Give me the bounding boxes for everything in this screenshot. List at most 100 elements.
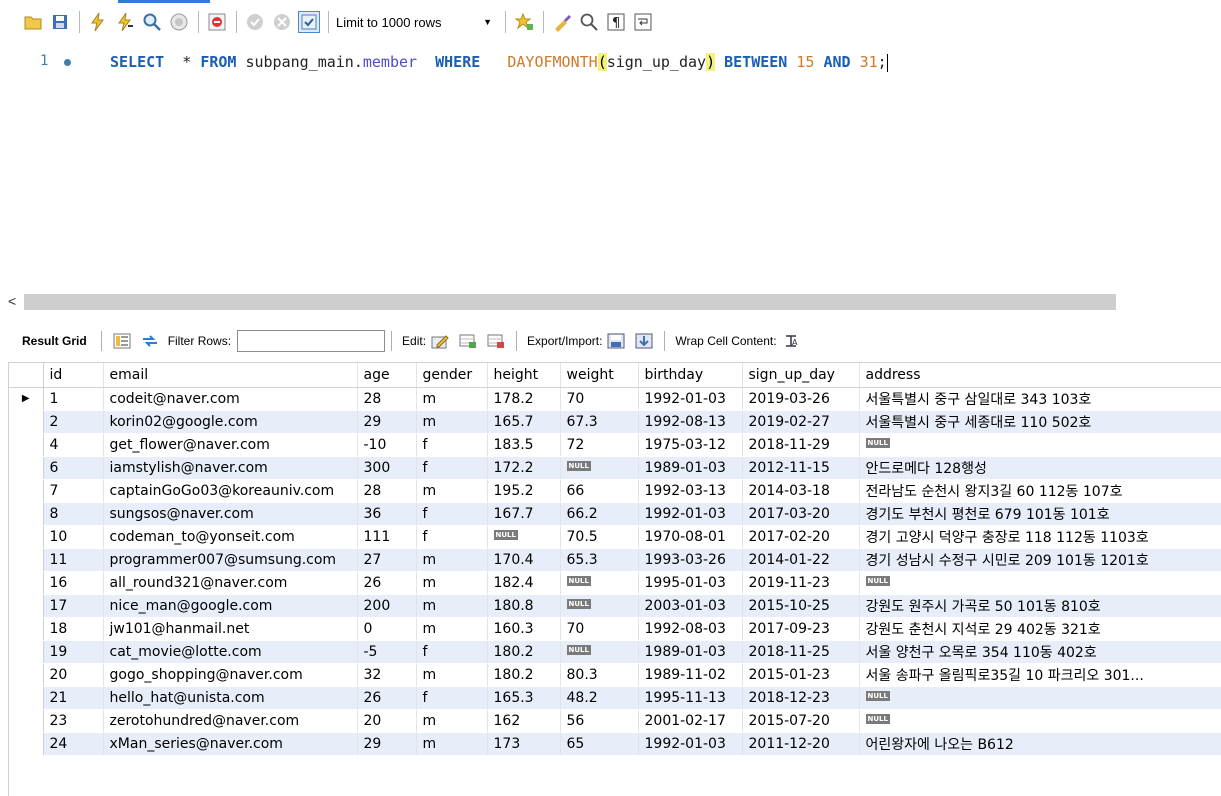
result-grid-tab[interactable]: Result Grid (22, 334, 87, 348)
cell-id[interactable]: 11 (43, 548, 104, 572)
cell-age[interactable]: 36 (357, 502, 417, 526)
cell-weight[interactable]: 65.3 (560, 548, 639, 572)
cell-id[interactable]: 24 (43, 732, 104, 756)
cell-height[interactable]: 172.2 (487, 456, 561, 480)
cell-weight[interactable]: NULL (560, 571, 639, 595)
cell-email[interactable]: xMan_series@naver.com (103, 732, 358, 756)
sql-editor[interactable]: 1 SELECT * FROM subpang_main.member WHER… (0, 44, 1221, 288)
cell-sign-up-day[interactable]: 2015-07-20 (742, 709, 860, 733)
table-row[interactable]: 2 korin02@google.com 29 m 165.7 67.3 1992-08-1… (9, 410, 1221, 434)
table-row[interactable]: 23 zerotohundred@naver.com 20 m 162 56 2001-02… (9, 709, 1221, 733)
column-header-weight[interactable]: weight (560, 363, 639, 388)
cell-gender[interactable]: m (416, 387, 488, 411)
cell-address[interactable]: 경기 고양시 덕양구 충장로 118 112동 1103호 (859, 525, 1221, 549)
cell-id[interactable]: 17 (43, 594, 104, 618)
cell-weight[interactable]: NULL (560, 594, 639, 618)
beautify-brush-icon[interactable] (551, 11, 573, 33)
cell-sign-up-day[interactable]: 2018-11-29 (742, 433, 860, 457)
cell-height[interactable]: 182.4 (487, 571, 561, 595)
row-marker[interactable] (9, 594, 44, 618)
table-row[interactable]: 6 iamstylish@naver.com 300 f 172.2 NULL 1989-0… (9, 456, 1221, 480)
add-row-icon[interactable] (458, 332, 478, 350)
cell-age[interactable]: 200 (357, 594, 417, 618)
cell-age[interactable]: 111 (357, 525, 417, 549)
table-row[interactable]: 4 get_flower@naver.com -10 f 183.5 72 1975-03-… (9, 433, 1221, 457)
cell-weight[interactable]: 80.3 (560, 663, 639, 687)
cell-age[interactable]: 26 (357, 686, 417, 710)
invisible-chars-pilcrow-icon[interactable]: ¶ (605, 11, 627, 33)
autocommit-toggle-icon[interactable] (298, 11, 320, 33)
cell-height[interactable]: 183.5 (487, 433, 561, 457)
cell-birthday[interactable]: 1992-01-03 (638, 502, 743, 526)
cell-age[interactable]: 20 (357, 709, 417, 733)
cell-id[interactable]: 20 (43, 663, 104, 687)
sql-code-line[interactable]: SELECT * FROM subpang_main.member WHERE … (110, 52, 888, 72)
cell-email[interactable]: gogo_shopping@naver.com (103, 663, 358, 687)
cell-id[interactable]: 16 (43, 571, 104, 595)
cell-birthday[interactable]: 1995-01-03 (638, 571, 743, 595)
cell-birthday[interactable]: 1989-01-03 (638, 456, 743, 480)
cell-email[interactable]: cat_movie@lotte.com (103, 640, 358, 664)
open-folder-icon[interactable] (22, 11, 44, 33)
edit-row-pencil-icon[interactable] (430, 332, 450, 350)
cell-gender[interactable]: f (416, 502, 488, 526)
cell-birthday[interactable]: 1989-01-03 (638, 640, 743, 664)
cell-weight[interactable]: 67.3 (560, 410, 639, 434)
cell-sign-up-day[interactable]: 2015-01-23 (742, 663, 860, 687)
result-grid[interactable]: id email age gender height weight birthd… (8, 362, 1221, 796)
scroll-left-icon[interactable]: < (8, 293, 16, 309)
cell-address[interactable]: 경기 성남시 수정구 시민로 209 101동 1201호 (859, 548, 1221, 572)
column-header-height[interactable]: height (487, 363, 561, 388)
cell-address[interactable]: 서울특별시 중구 세종대로 110 502호 (859, 410, 1221, 434)
execute-lightning-icon[interactable] (87, 11, 109, 33)
cell-birthday[interactable]: 1992-01-03 (638, 732, 743, 756)
cell-gender[interactable]: m (416, 617, 488, 641)
cell-email[interactable]: nice_man@google.com (103, 594, 358, 618)
table-row[interactable]: 24 xMan_series@naver.com 29 m 173 65 1992-01-0… (9, 732, 1221, 756)
row-marker[interactable] (9, 456, 44, 480)
cell-weight[interactable]: NULL (560, 456, 639, 480)
cell-age[interactable]: 0 (357, 617, 417, 641)
cell-weight[interactable]: 65 (560, 732, 639, 756)
cell-age[interactable]: 300 (357, 456, 417, 480)
cell-sign-up-day[interactable]: 2019-02-27 (742, 410, 860, 434)
cell-age[interactable]: 26 (357, 571, 417, 595)
wrap-lines-icon[interactable] (632, 11, 654, 33)
commit-icon[interactable] (244, 11, 266, 33)
cell-birthday[interactable]: 2001-02-17 (638, 709, 743, 733)
scrollbar-thumb[interactable] (24, 294, 1116, 310)
cell-weight[interactable]: 70.5 (560, 525, 639, 549)
table-row[interactable]: 18 jw101@hanmail.net 0 m 160.3 70 1992-08-03 20… (9, 617, 1221, 641)
cell-address[interactable]: 안드로메다 128행성 (859, 456, 1221, 480)
table-row[interactable]: 17 nice_man@google.com 200 m 180.8 NULL 2003-0… (9, 594, 1221, 618)
table-row[interactable]: 11 programmer007@sumsung.com 27 m 170.4 65.3 1… (9, 548, 1221, 572)
cell-address[interactable]: NULL (859, 709, 1221, 733)
cell-email[interactable]: korin02@google.com (103, 410, 358, 434)
cell-height[interactable]: 178.2 (487, 387, 561, 411)
cell-sign-up-day[interactable]: 2018-11-25 (742, 640, 860, 664)
row-marker[interactable] (9, 686, 44, 710)
cell-age[interactable]: -10 (357, 433, 417, 457)
cell-weight[interactable]: 72 (560, 433, 639, 457)
cell-birthday[interactable]: 1989-11-02 (638, 663, 743, 687)
cell-id[interactable]: 8 (43, 502, 104, 526)
cell-sign-up-day[interactable]: 2014-01-22 (742, 548, 860, 572)
execute-current-lightning-icon[interactable] (114, 11, 136, 33)
cell-address[interactable]: NULL (859, 686, 1221, 710)
row-marker[interactable] (9, 525, 44, 549)
explain-magnifier-icon[interactable] (141, 11, 163, 33)
filter-rows-input[interactable] (237, 330, 386, 352)
cell-address[interactable]: 강원도 춘천시 지석로 29 402동 321호 (859, 617, 1221, 641)
row-marker[interactable] (9, 479, 44, 503)
cell-height[interactable]: 195.2 (487, 479, 561, 503)
cell-height[interactable]: 162 (487, 709, 561, 733)
cell-email[interactable]: sungsos@naver.com (103, 502, 358, 526)
cell-id[interactable]: 6 (43, 456, 104, 480)
row-marker[interactable] (9, 732, 44, 756)
cell-age[interactable]: 29 (357, 410, 417, 434)
cell-gender[interactable]: m (416, 571, 488, 595)
row-marker[interactable] (9, 617, 44, 641)
cell-id[interactable]: 21 (43, 686, 104, 710)
column-header-id[interactable]: id (43, 363, 104, 388)
column-header-age[interactable]: age (357, 363, 417, 388)
